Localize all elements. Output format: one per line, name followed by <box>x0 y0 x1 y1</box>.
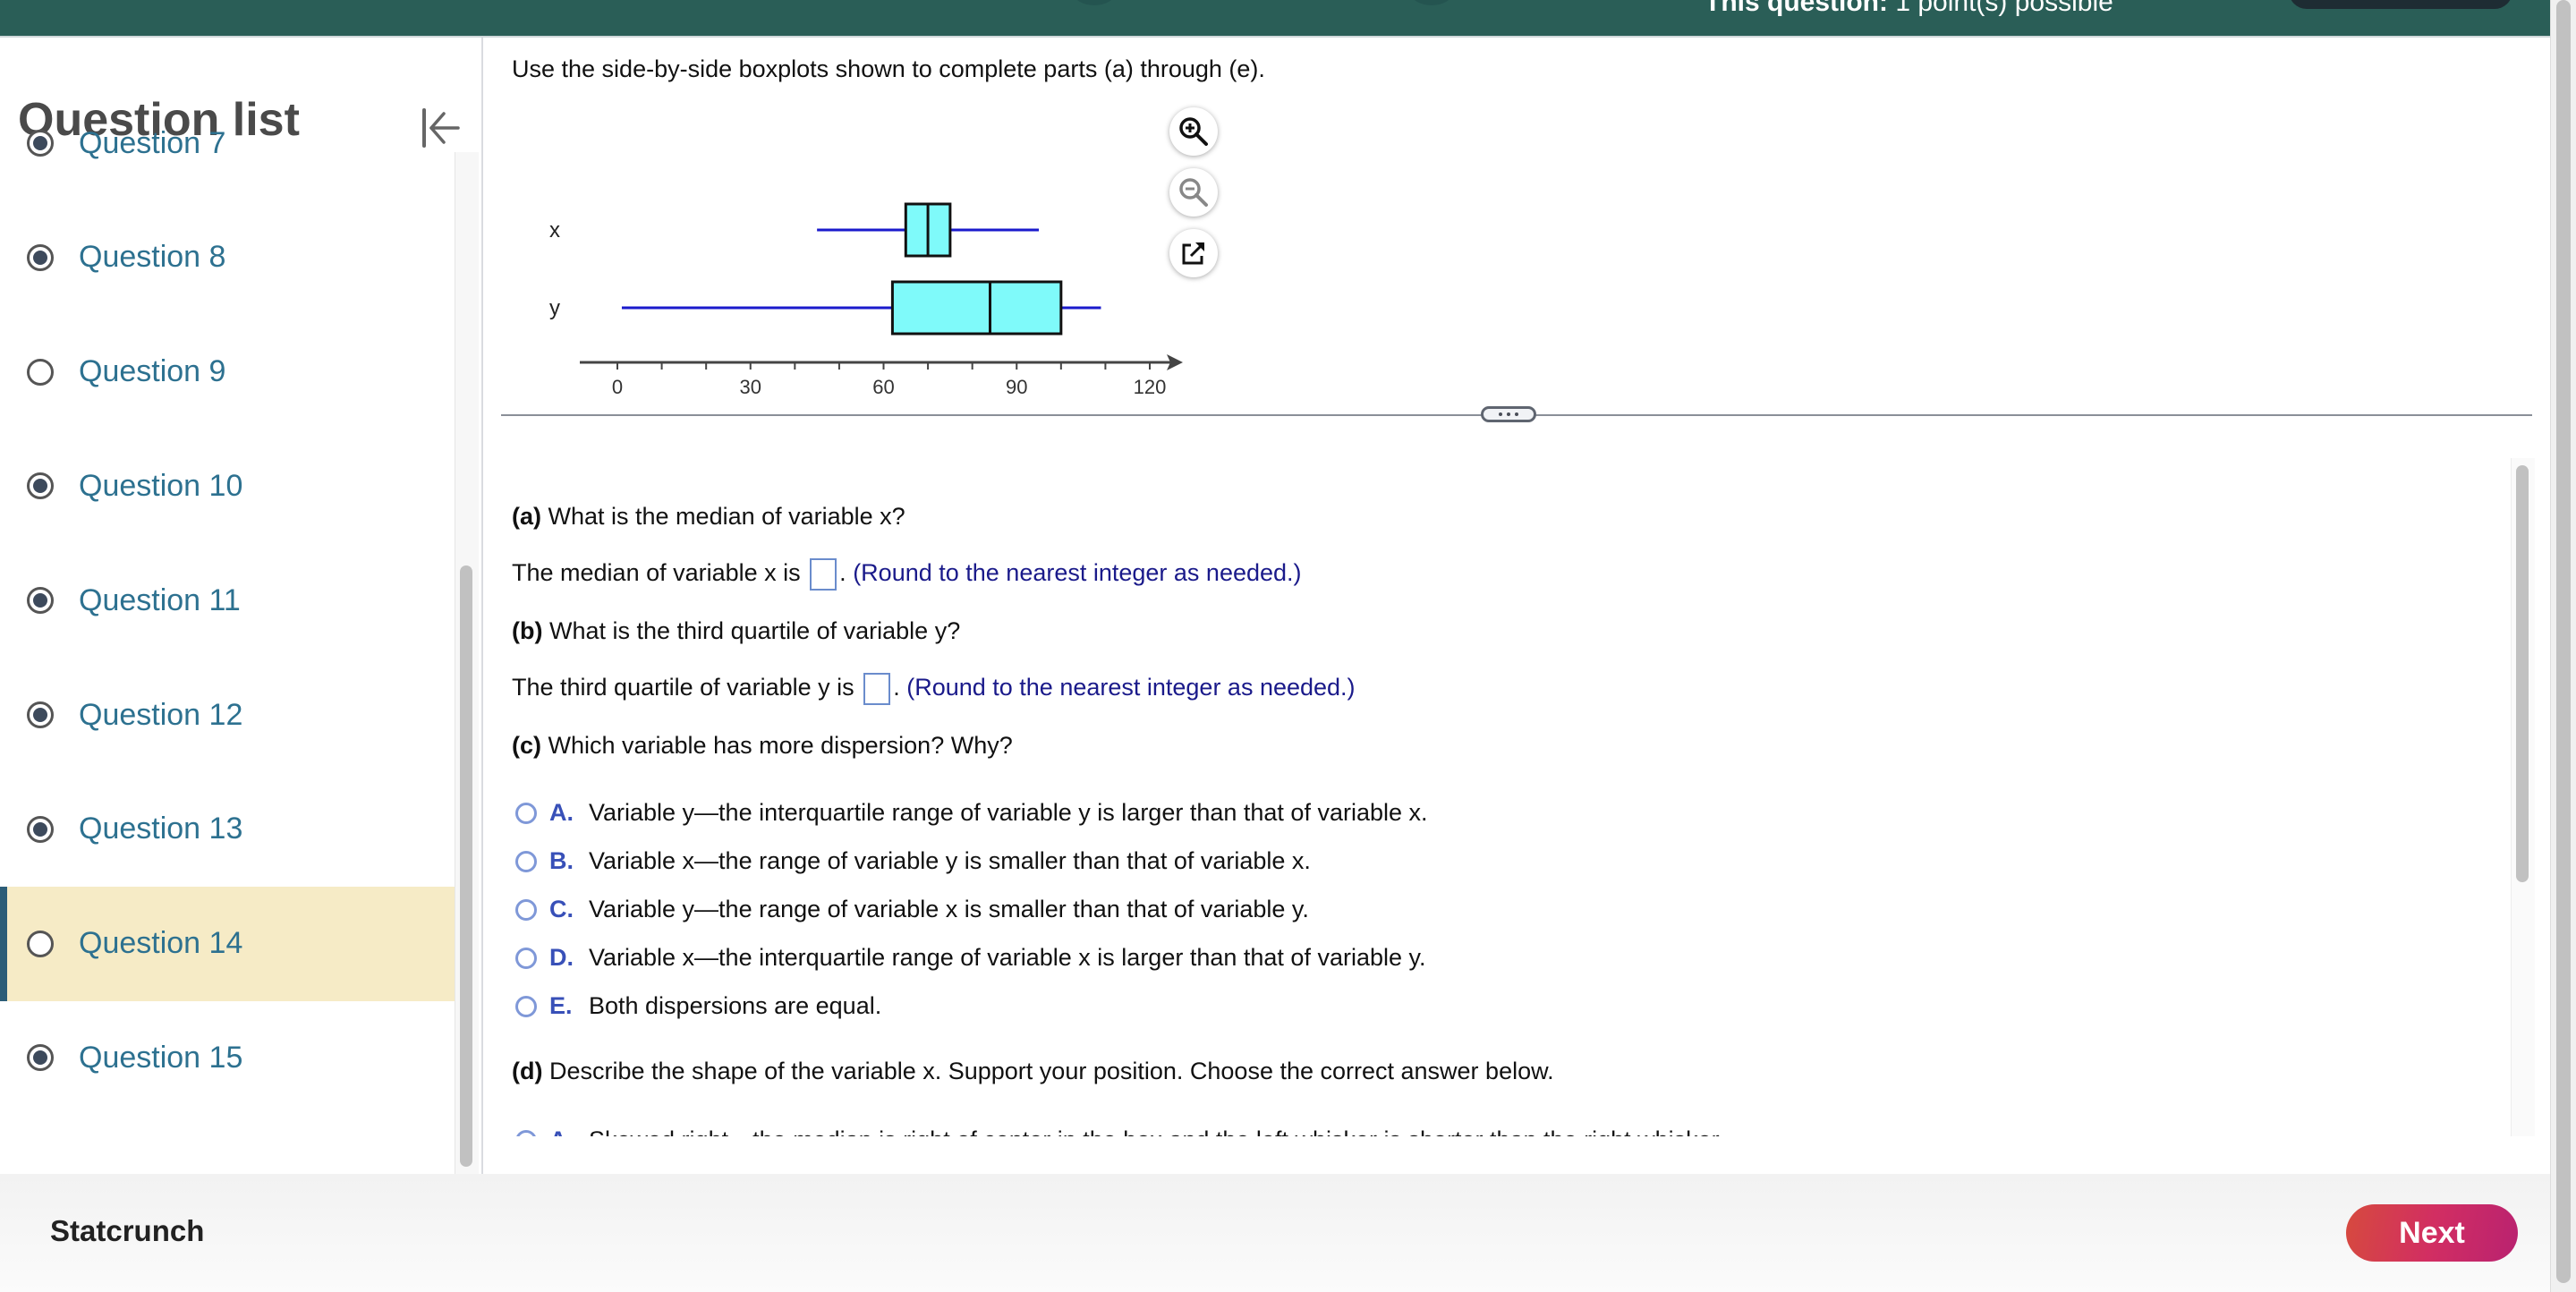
sidebar-item-label: Question 11 <box>79 582 241 617</box>
sidebar-item-question[interactable]: Question 13 <box>0 772 455 887</box>
unanswered-status-icon <box>27 930 54 957</box>
sidebar-item-label: Question 10 <box>79 468 243 503</box>
pane-divider <box>501 406 2532 422</box>
answer-option[interactable]: C. Variable y—the range of variable x is … <box>515 896 1309 923</box>
part-b-answer-line: The third quartile of variable y is . (R… <box>512 673 1356 705</box>
option-letter: D. <box>549 944 574 971</box>
next-button[interactable]: Next <box>2346 1204 2518 1262</box>
open-new-window-button[interactable] <box>1169 229 1218 277</box>
x-tick-label: 30 <box>740 376 761 395</box>
series-label: y <box>549 296 560 320</box>
sidebar-item-label: Question 8 <box>79 240 226 275</box>
header-nav-button[interactable] <box>1411 0 1452 5</box>
part-b-prompt: (b) What is the third quartile of variab… <box>512 617 961 644</box>
answered-status-icon <box>27 130 54 157</box>
x-tick-label: 90 <box>1006 376 1027 395</box>
resize-handle[interactable] <box>1481 406 1536 422</box>
sidebar-item-label: Question 15 <box>79 1040 243 1075</box>
part-a-answer-line: The median of variable x is . (Round to … <box>512 558 1302 591</box>
open-new-window-icon <box>1182 242 1205 265</box>
statcrunch-link[interactable]: Statcrunch <box>50 1214 204 1248</box>
answer-option[interactable]: D. Variable x—the interquartile range of … <box>515 944 1426 972</box>
header-action-button[interactable] <box>2289 0 2512 9</box>
boxplot-chart: 0 30 60 90 120 x y <box>549 202 1183 395</box>
option-text: Variable y—the interquartile range of va… <box>589 799 1428 826</box>
sidebar-item-question[interactable]: Question 8 <box>0 200 455 315</box>
sidebar-scrollbar-thumb[interactable] <box>460 565 472 1167</box>
sidebar-item-label: Question 9 <box>79 354 226 389</box>
question-panel: Use the side-by-side boxplots shown to c… <box>483 38 2550 1202</box>
radio-button[interactable] <box>515 947 537 969</box>
answer-option[interactable]: A. Variable y—the interquartile range of … <box>515 799 1428 827</box>
header-nav-button[interactable] <box>1074 0 1115 5</box>
series-label: x <box>549 218 560 242</box>
content-clip <box>483 1136 2550 1174</box>
x-tick-label: 0 <box>612 376 623 395</box>
option-text: Variable y—the range of variable x is sm… <box>589 896 1309 922</box>
sidebar-item-label: Question 13 <box>79 812 243 846</box>
option-text: Variable x—the range of variable y is sm… <box>589 847 1311 874</box>
x-tick-label: 60 <box>872 376 894 395</box>
answered-status-icon <box>27 472 54 500</box>
q3-y-input[interactable] <box>863 673 891 705</box>
sidebar-item-question[interactable]: Question 15 <box>0 1000 455 1115</box>
zoom-in-icon <box>1179 117 1208 146</box>
rounding-hint: (Round to the nearest integer as needed.… <box>846 559 1302 587</box>
content-scrollbar-thumb[interactable] <box>2516 465 2529 882</box>
sidebar-item-question[interactable]: Question 10 <box>0 429 455 543</box>
x-tick-label: 120 <box>1134 376 1167 395</box>
sidebar-item-label: Question 14 <box>79 926 243 961</box>
sidebar-item-question[interactable]: Question 11 <box>0 543 455 658</box>
answered-status-icon <box>27 701 54 728</box>
median-x-input[interactable] <box>810 558 837 591</box>
answered-status-icon <box>27 587 54 615</box>
unanswered-status-icon <box>27 358 54 386</box>
sidebar-item-label: Question 7 <box>79 125 226 160</box>
iqr-box <box>890 280 1063 336</box>
question-intro: Use the side-by-side boxplots shown to c… <box>512 55 1265 82</box>
option-letter: A. <box>549 799 574 826</box>
sidebar-item-label: Question 12 <box>79 697 243 732</box>
zoom-in-button[interactable] <box>1169 107 1218 156</box>
answered-status-icon <box>27 815 54 843</box>
part-c-prompt: (c) Which variable has more dispersion? … <box>512 732 1013 759</box>
answer-option[interactable]: E. Both dispersions are equal. <box>515 992 881 1020</box>
radio-button[interactable] <box>515 850 537 872</box>
radio-button[interactable] <box>515 898 537 921</box>
zoom-out-button[interactable] <box>1169 168 1218 217</box>
radio-button[interactable] <box>515 802 537 824</box>
option-letter: B. <box>549 847 574 874</box>
answer-option[interactable]: B. Variable x—the range of variable y is … <box>515 847 1311 875</box>
answered-status-icon <box>27 243 54 271</box>
part-a-prompt: (a) What is the median of variable x? <box>512 503 905 530</box>
points-status: This question: 1 point(s) possible <box>1705 0 2113 17</box>
rounding-hint: (Round to the nearest integer as needed.… <box>899 674 1356 701</box>
zoom-out-icon <box>1179 178 1208 207</box>
sidebar-item-question[interactable]: Question 12 <box>0 658 455 772</box>
sidebar-item-question[interactable]: Question 9 <box>0 315 455 429</box>
option-text: Both dispersions are equal. <box>589 992 882 1019</box>
footer-bar: Statcrunch Next <box>0 1174 2550 1292</box>
option-letter: E. <box>549 992 573 1019</box>
window-scrollbar-thumb[interactable] <box>2556 0 2571 1283</box>
question-list-sidebar: Question list Question 7 Question 8 Questi… <box>0 38 483 1174</box>
option-letter: C. <box>549 896 574 922</box>
part-d-prompt: (d) Describe the shape of the variable x… <box>512 1058 1554 1084</box>
top-header: This question: 1 point(s) possible <box>0 0 2550 36</box>
option-text: Variable x—the interquartile range of va… <box>589 944 1426 971</box>
sidebar-item-question[interactable]: Question 7 <box>0 86 455 200</box>
answered-status-icon <box>27 1044 54 1072</box>
sidebar-item-question[interactable]: Question 14 <box>0 886 455 1001</box>
radio-button[interactable] <box>515 995 537 1017</box>
